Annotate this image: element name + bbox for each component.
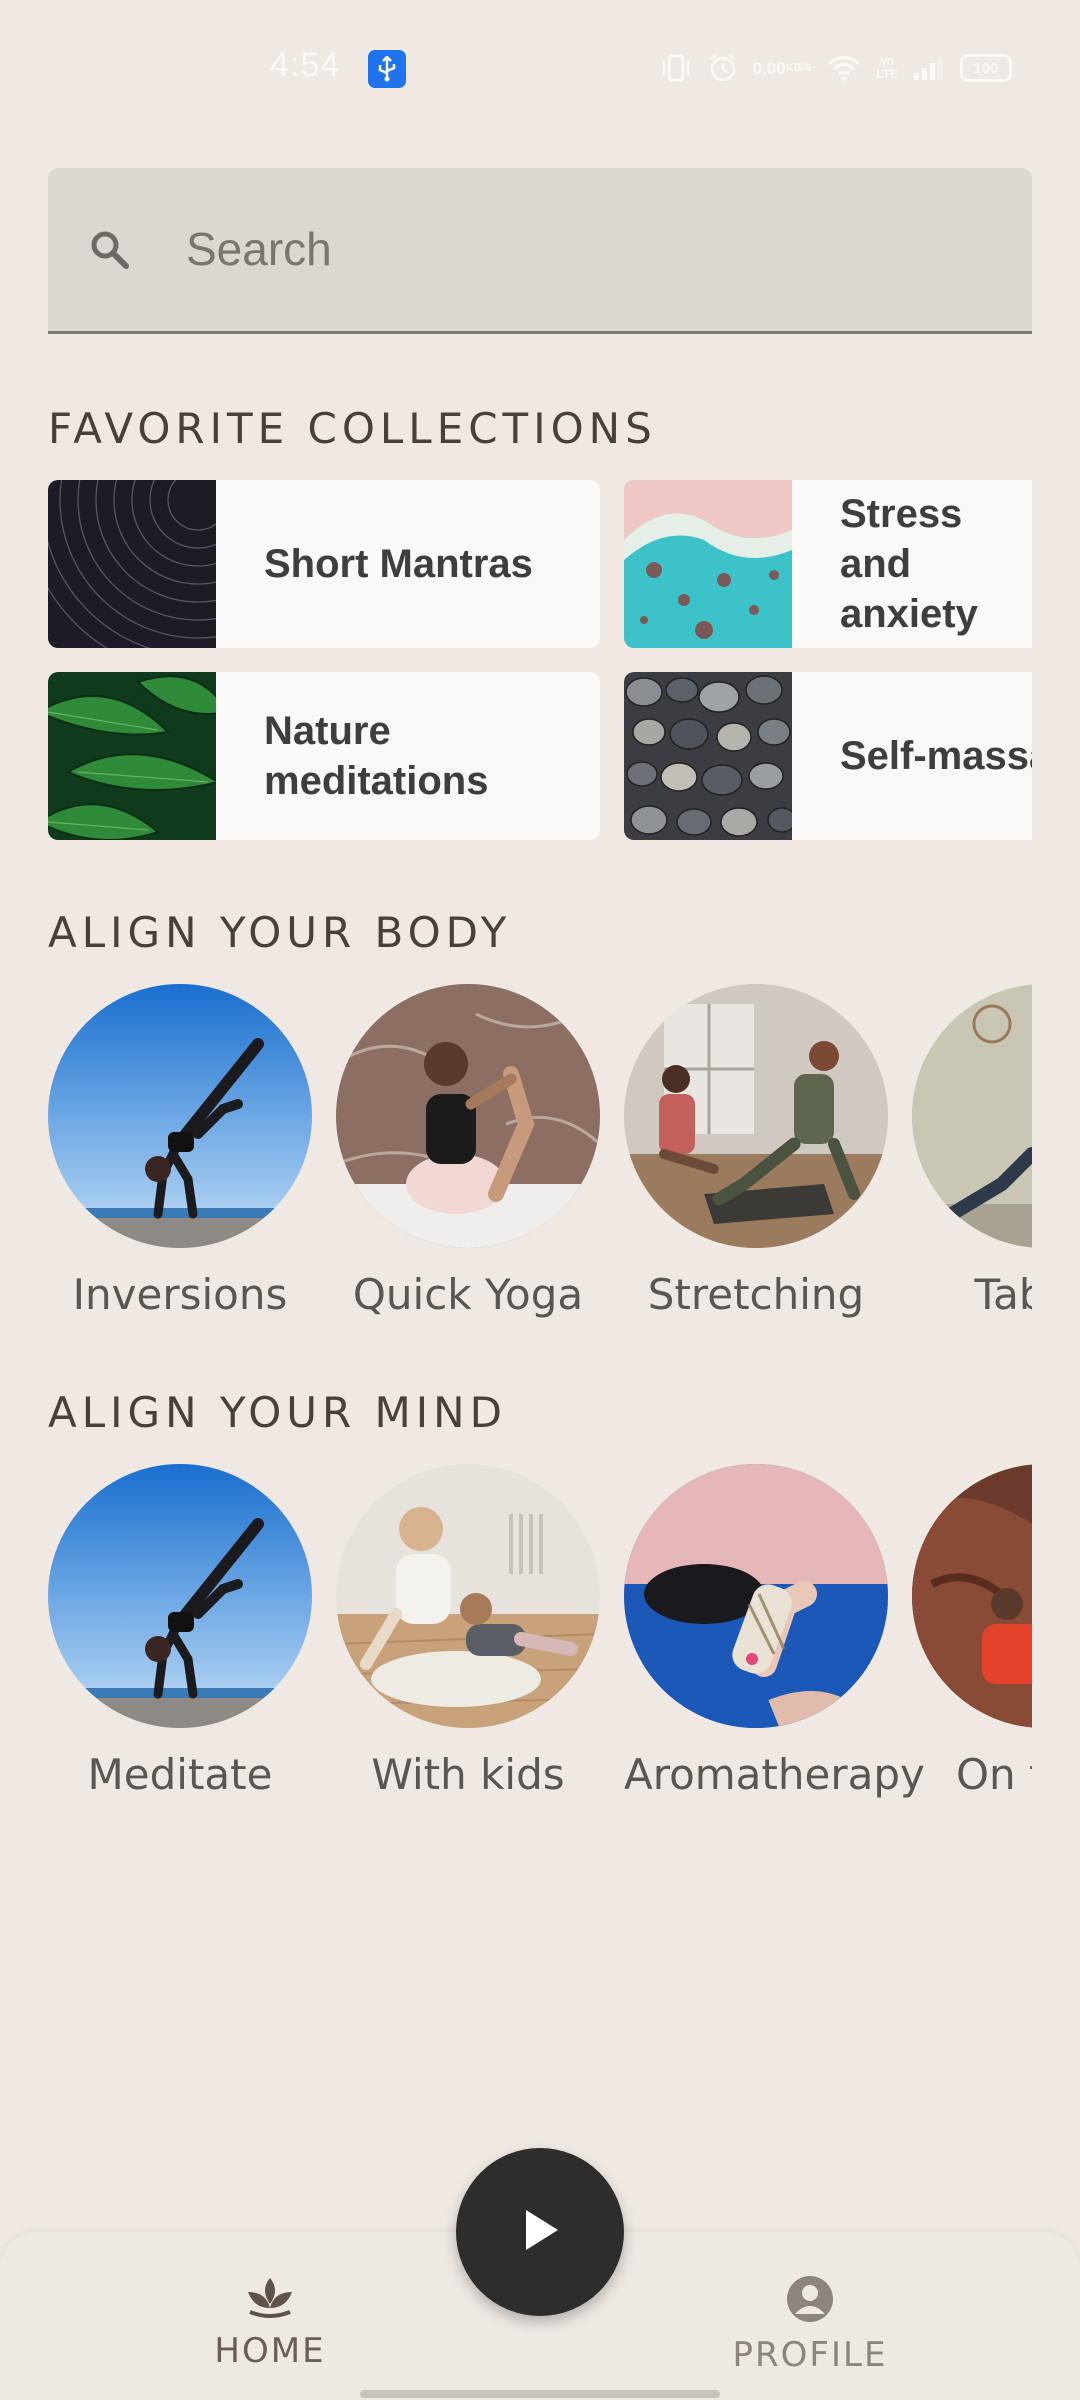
tabata-image xyxy=(912,984,1032,1248)
body-item-inversions[interactable]: Inversions xyxy=(48,984,312,1319)
search-input[interactable] xyxy=(186,222,946,276)
yoga-pose-image xyxy=(48,984,312,1248)
meditate-image xyxy=(48,1464,312,1728)
mind-item-label: On the go xyxy=(956,1750,1032,1799)
body-item-quick-yoga[interactable]: Quick Yoga xyxy=(336,984,600,1319)
collection-label: Self-massage xyxy=(840,734,1032,778)
body-section-title: ALIGN YOUR BODY xyxy=(48,908,512,957)
leaves-thumbnail xyxy=(48,672,216,840)
mind-item-aromatherapy[interactable]: Aromatherapy xyxy=(624,1464,925,1799)
search-icon xyxy=(88,228,132,277)
collection-card-nature-meditations[interactable]: Nature meditations xyxy=(48,672,600,840)
collection-label: Nature meditations xyxy=(264,709,489,803)
mind-item-meditate[interactable]: Meditate xyxy=(48,1464,312,1799)
battery-icon: 100 xyxy=(960,54,1012,82)
aromatherapy-image xyxy=(624,1464,888,1728)
mind-item-on-the-go[interactable]: On the go xyxy=(912,1464,1032,1799)
body-item-label: Inversions xyxy=(72,1270,288,1319)
nav-home[interactable]: HOME xyxy=(150,2274,390,2371)
lotus-icon xyxy=(244,2278,296,2324)
usb-debug-icon xyxy=(368,50,406,88)
star-trails-thumbnail xyxy=(48,480,216,648)
play-button[interactable] xyxy=(456,2148,624,2316)
collection-label: Short Mantras xyxy=(264,542,533,586)
aerial-coast-thumbnail xyxy=(624,480,792,648)
with-kids-image xyxy=(336,1464,600,1728)
nav-home-label: HOME xyxy=(214,2331,326,2371)
on-the-go-image xyxy=(912,1464,1032,1728)
mind-item-label: Meditate xyxy=(87,1750,273,1799)
body-item-label: Quick Yoga xyxy=(352,1270,584,1319)
signal-icon xyxy=(912,55,946,81)
play-icon xyxy=(518,2206,562,2259)
pebbles-thumbnail xyxy=(624,672,792,840)
collection-card-self-massage[interactable]: Self-massage xyxy=(624,672,1032,840)
search-bar[interactable] xyxy=(48,168,1032,334)
gesture-bar[interactable] xyxy=(360,2390,720,2398)
content-clip: Short Mantras Stress and anxiety Nature … xyxy=(0,0,1032,2400)
account-icon xyxy=(785,2276,835,2328)
vibrate-icon xyxy=(659,53,693,83)
status-time: 4:54 xyxy=(270,46,341,84)
network-speed: 0.00 KB/S xyxy=(752,58,812,78)
body-item-stretching[interactable]: Stretching xyxy=(624,984,888,1319)
stretching-class-image xyxy=(624,984,888,1248)
collection-card-short-mantras[interactable]: Short Mantras xyxy=(48,480,600,648)
body-item-tabata[interactable]: Tabata xyxy=(912,984,1032,1319)
favorites-title: FAVORITE COLLECTIONS xyxy=(48,404,657,453)
body-item-label: Stretching xyxy=(647,1270,865,1319)
mind-item-label: With kids xyxy=(371,1750,565,1799)
volte-icon: Vo LTE xyxy=(876,54,898,81)
mind-section-title: ALIGN YOUR MIND xyxy=(48,1388,507,1437)
mind-item-with-kids[interactable]: With kids xyxy=(336,1464,600,1799)
status-bar: 4:54 0.00 KB/S Vo LTE 100 xyxy=(0,0,1080,140)
wifi-icon xyxy=(826,54,862,82)
alarm-icon xyxy=(707,52,739,84)
body-item-label: Tabata xyxy=(974,1270,1032,1319)
collection-card-stress-anxiety[interactable]: Stress and anxiety xyxy=(624,480,1032,648)
nav-profile-label: PROFILE xyxy=(732,2335,888,2375)
yoga-stretch-image xyxy=(336,984,600,1248)
collection-label: Stress and anxiety xyxy=(840,492,978,636)
mind-item-label: Aromatherapy xyxy=(624,1750,925,1799)
nav-profile[interactable]: PROFILE xyxy=(690,2274,930,2375)
